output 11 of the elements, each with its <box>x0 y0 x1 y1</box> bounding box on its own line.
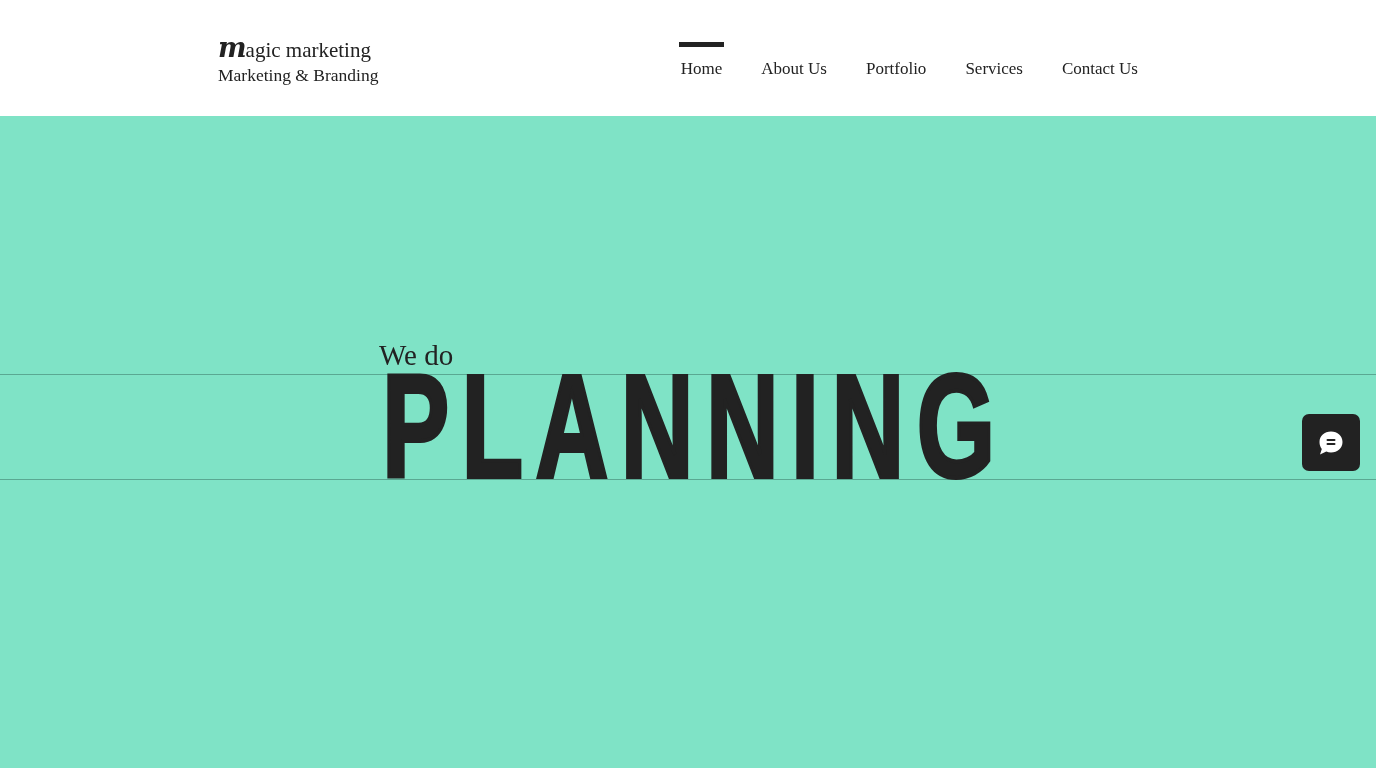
hero-intro: We do <box>379 338 454 373</box>
chat-button[interactable] <box>1302 414 1360 471</box>
nav-link[interactable]: Portfolio <box>863 42 929 81</box>
nav-link[interactable]: Home <box>678 42 725 81</box>
nav-link[interactable]: About Us <box>759 42 829 81</box>
logo-title[interactable]: magic marketing <box>218 34 371 64</box>
hero-headline: PLANNING <box>382 375 1008 479</box>
nav-link[interactable]: Contact Us <box>1059 42 1140 81</box>
nav-link[interactable]: Services <box>963 42 1025 81</box>
logo-tagline: Marketing & Branding <box>218 64 379 86</box>
chat-icon <box>1318 429 1344 456</box>
